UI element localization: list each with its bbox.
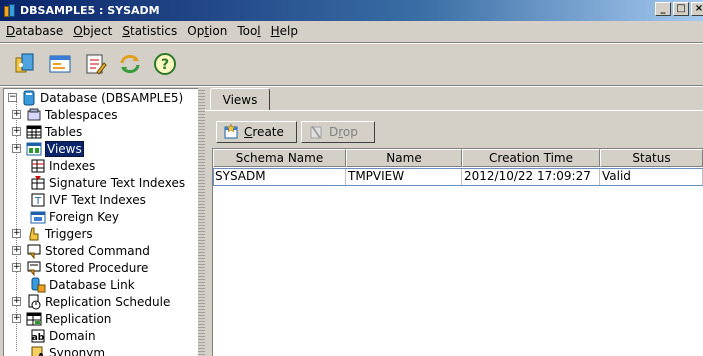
- close-button[interactable]: ×: [691, 2, 703, 16]
- tree-item-label: Signature Text Indexes: [49, 175, 186, 190]
- tables-icon: [26, 125, 42, 138]
- foreign-key-icon: [30, 211, 46, 223]
- menu-object[interactable]: Object: [73, 24, 112, 38]
- minimize-button[interactable]: _: [655, 2, 671, 16]
- tree-item-label: Triggers: [45, 226, 93, 241]
- expand-icon[interactable]: +: [12, 314, 21, 323]
- tree-item-signature-text-indexes[interactable]: Signature Text Indexes: [30, 174, 185, 191]
- tree-item-label: Domain: [49, 328, 96, 343]
- svg-text:A: A: [37, 352, 45, 356]
- svg-text:T: T: [34, 196, 42, 207]
- expand-icon[interactable]: +: [12, 246, 21, 255]
- menu-bar: Database Object Statistics Option Tool H…: [0, 21, 703, 41]
- tree-item-label: Stored Command: [45, 243, 150, 258]
- expand-icon[interactable]: +: [12, 110, 21, 119]
- signature-index-icon: [31, 175, 45, 189]
- expand-icon[interactable]: +: [12, 263, 21, 272]
- expand-icon[interactable]: +: [12, 144, 21, 153]
- create-icon: [224, 124, 238, 139]
- svg-text:?: ?: [161, 57, 169, 73]
- app-icon: [4, 3, 16, 18]
- help-icon[interactable]: ?: [151, 50, 179, 78]
- edit-icon[interactable]: [81, 50, 109, 78]
- column-header[interactable]: Name: [346, 149, 462, 167]
- synonym-icon: A: [31, 346, 45, 356]
- menu-option[interactable]: Option: [187, 24, 227, 38]
- column-header[interactable]: Schema Name: [213, 149, 346, 167]
- menu-tool[interactable]: Tool: [237, 24, 260, 38]
- column-header[interactable]: Creation Time: [462, 149, 600, 167]
- tree-item-replication-schedule[interactable]: + Replication Schedule: [12, 293, 170, 310]
- object-tree[interactable]: − Database (DBSAMPLE5) + Tablespaces + T…: [3, 88, 198, 356]
- column-header[interactable]: Status: [600, 149, 703, 167]
- tree-item-views[interactable]: + Views: [12, 140, 84, 157]
- tree-root-label: Database (DBSAMPLE5): [40, 90, 184, 105]
- table-cell: Valid: [600, 168, 703, 186]
- tree-item-label: Replication: [45, 311, 112, 326]
- ivf-index-icon: T: [31, 193, 45, 207]
- drop-icon: [310, 125, 322, 139]
- tree-item-tablespaces[interactable]: + Tablespaces: [12, 106, 118, 123]
- replication-icon: [26, 312, 42, 325]
- replication-schedule-icon: [28, 294, 41, 309]
- database-link-icon: [31, 277, 46, 292]
- maximize-button[interactable]: □: [673, 2, 689, 16]
- menu-help[interactable]: Help: [271, 24, 298, 38]
- tree-item-label: Stored Procedure: [45, 260, 149, 275]
- expand-icon[interactable]: +: [12, 127, 21, 136]
- tree-item-label: Tablespaces: [45, 107, 118, 122]
- tree-item-label: Views: [45, 140, 84, 157]
- drop-button[interactable]: Drop: [301, 121, 375, 143]
- indexes-icon: [31, 159, 45, 172]
- stored-procedure-icon: [27, 261, 41, 276]
- domain-icon: ab: [31, 329, 45, 343]
- tree-item-stored-procedure[interactable]: + Stored Procedure: [12, 259, 148, 276]
- views-icon: [26, 142, 42, 155]
- tree-item-replication[interactable]: + Replication: [12, 310, 111, 327]
- svg-text:ab: ab: [32, 333, 45, 343]
- tree-item-label: Indexes: [49, 158, 96, 173]
- expand-icon[interactable]: +: [12, 297, 21, 306]
- views-table[interactable]: Schema Name Name Creation Time Status SY…: [212, 148, 703, 356]
- tree-item-label: Database Link: [49, 277, 135, 292]
- table-cell: 2012/10/22 17:09:27: [462, 168, 600, 186]
- panel-splitter[interactable]: [198, 88, 205, 356]
- tree-item-label: IVF Text Indexes: [49, 192, 146, 207]
- tree-item-synonym[interactable]: A Synonym: [30, 344, 105, 356]
- tablespaces-icon: [27, 108, 41, 120]
- collapse-icon[interactable]: −: [8, 93, 17, 102]
- tree-item-label: Tables: [45, 124, 83, 139]
- toolbar: ?: [0, 44, 703, 84]
- tree-item-database-link[interactable]: Database Link: [30, 276, 135, 293]
- tree-item-label: Foreign Key: [49, 209, 119, 224]
- tree-item-foreign-key[interactable]: Foreign Key: [30, 208, 119, 225]
- triggers-icon: [29, 227, 39, 240]
- menu-database[interactable]: Database: [6, 24, 63, 38]
- database-icon: [23, 90, 35, 105]
- tab-views[interactable]: Views: [210, 88, 270, 110]
- tree-item-label: Synonym: [49, 345, 106, 356]
- refresh-icon[interactable]: [116, 50, 144, 78]
- tree-item-ivf-text-indexes[interactable]: T IVF Text Indexes: [30, 191, 146, 208]
- content-panel: Views Create Drop Schema Name Name Creat…: [205, 88, 703, 356]
- tree-item-domain[interactable]: ab Domain: [30, 327, 96, 344]
- expand-icon[interactable]: +: [12, 229, 21, 238]
- menu-statistics[interactable]: Statistics: [122, 24, 177, 38]
- tree-root[interactable]: − Database (DBSAMPLE5): [8, 89, 183, 106]
- title-bar[interactable]: DBSAMPLE5 : SYSADM _ □ ×: [0, 0, 703, 21]
- tree-item-triggers[interactable]: + Triggers: [12, 225, 93, 242]
- tree-item-tables[interactable]: + Tables: [12, 123, 82, 140]
- create-button[interactable]: Create: [216, 121, 297, 143]
- table-cell: TMPVIEW: [346, 168, 462, 186]
- tree-item-label: Replication Schedule: [45, 294, 171, 309]
- stored-command-icon: [27, 244, 41, 259]
- toolbar-separator: [0, 85, 703, 87]
- table-cell: SYSADM: [213, 168, 346, 186]
- connect-icon[interactable]: [11, 50, 39, 78]
- properties-icon[interactable]: [46, 50, 74, 78]
- tree-item-stored-command[interactable]: + Stored Command: [12, 242, 150, 259]
- tree-item-indexes[interactable]: Indexes: [30, 157, 95, 174]
- window-title: DBSAMPLE5 : SYSADM: [20, 4, 160, 17]
